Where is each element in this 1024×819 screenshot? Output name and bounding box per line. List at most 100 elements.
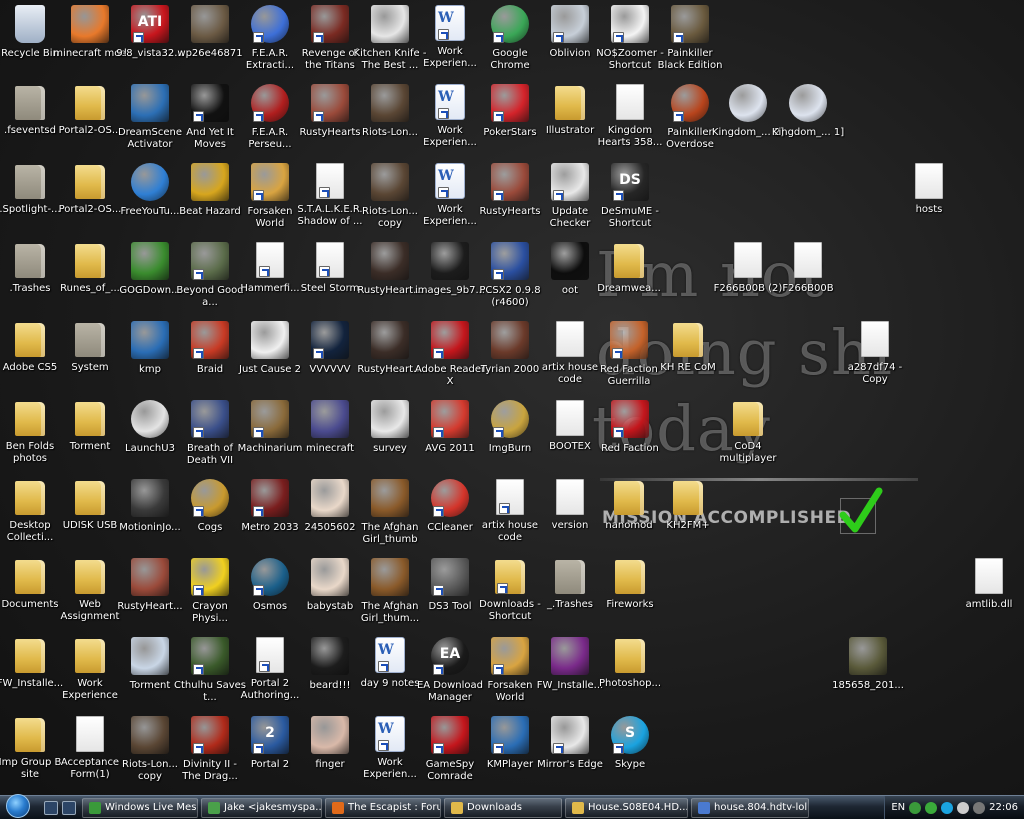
shortcut-arrow-icon xyxy=(493,269,504,280)
app-icon: 2 xyxy=(251,716,289,754)
shortcut-arrow-icon xyxy=(613,427,624,438)
desktop-icon-desmume-shortcut[interactable]: DS DeSmuME - Shortcut xyxy=(593,161,667,239)
taskbar-button-house-804-hdtv-lol[interactable]: house.804.hdtv-lol... xyxy=(691,797,809,818)
desktop-icon-hosts[interactable]: hosts xyxy=(892,161,966,239)
app-icon xyxy=(71,5,109,43)
desktop-icon-label: hosts xyxy=(915,204,943,215)
app-icon xyxy=(191,5,229,43)
show-desktop-icon[interactable] xyxy=(44,800,58,815)
document-icon xyxy=(861,321,889,357)
desktop-icon-label: Skype xyxy=(614,759,646,770)
taskbar-button-label: Windows Live Mes... xyxy=(105,802,198,813)
folder-icon xyxy=(733,402,763,436)
app-icon xyxy=(191,84,229,122)
desktop-icon-skype[interactable]: S Skype xyxy=(593,714,667,792)
app-icon xyxy=(610,321,648,359)
desktop-icon-label: amtlib.dll xyxy=(965,599,1013,610)
network-tray-icon[interactable] xyxy=(925,801,938,814)
desktop-icon-photoshop[interactable]: Photoshop... xyxy=(593,635,667,713)
folder-icon xyxy=(75,639,105,673)
folder-icon xyxy=(75,323,105,357)
desktop-icon-label: KH2FM+ xyxy=(666,520,710,531)
desktop-icon-label: CoD4 multiplayer xyxy=(719,441,777,464)
shortcut-arrow-icon xyxy=(433,506,444,517)
app-icon xyxy=(191,163,229,201)
app-icon xyxy=(551,242,589,280)
desktop-icon-f266b00b[interactable]: F266B00B xyxy=(771,240,845,318)
desktop-icon-kh-re-com[interactable]: KH RE CoM xyxy=(651,319,725,397)
taskbar-button-house-s08e04-hd[interactable]: House.S08E04.HD... xyxy=(565,797,688,818)
shortcut-arrow-icon xyxy=(612,348,623,359)
icon-glyph: 2 xyxy=(265,725,275,741)
app-icon xyxy=(191,637,229,675)
app-icon xyxy=(131,84,169,122)
desktop-icon-185658-201[interactable]: 185658_201... xyxy=(831,635,905,713)
icon-glyph: ATI xyxy=(137,14,163,30)
folder-icon xyxy=(15,639,45,673)
folder-icon xyxy=(15,244,45,278)
document-icon xyxy=(794,242,822,278)
desktop-icon-fireworks[interactable]: Fireworks xyxy=(593,556,667,634)
switch-windows-icon[interactable] xyxy=(62,800,76,815)
shortcut-arrow-icon xyxy=(193,743,204,754)
app-icon xyxy=(131,163,169,201)
desktop-icon-label: 185658_201... xyxy=(832,680,904,691)
taskbar-button-downloads[interactable]: Downloads xyxy=(444,797,562,818)
app-icon xyxy=(131,242,169,280)
taskbar-button-the-escapist-foru[interactable]: The Escapist : Foru... xyxy=(325,797,441,818)
folder-icon xyxy=(75,402,105,436)
taskbar-button-jake-jakesmyspa[interactable]: Jake <jakesmyspa... xyxy=(201,797,322,818)
app-icon xyxy=(311,5,349,43)
app-icon xyxy=(371,479,409,517)
clock[interactable]: 22:06 xyxy=(989,802,1018,813)
shortcut-arrow-icon xyxy=(553,743,564,754)
desktop[interactable]: I'm not doing shi today MISSION ACCOMPLI… xyxy=(0,0,1024,795)
app-icon xyxy=(131,637,169,675)
shortcut-arrow-icon xyxy=(313,348,324,359)
shortcut-arrow-icon xyxy=(499,503,510,514)
usb-tray-icon[interactable] xyxy=(973,801,986,814)
desktop-icon-kh2fm[interactable]: KH2FM+ xyxy=(651,477,725,555)
desktop-icon-label: DeSmuME - Shortcut xyxy=(600,206,659,229)
desktop-icon-a287df74-copy[interactable]: a287df74 - Copy xyxy=(838,319,912,397)
skype-tray-icon[interactable] xyxy=(941,801,954,814)
app-icon xyxy=(671,84,709,122)
shortcut-arrow-icon xyxy=(193,506,204,517)
messenger-tray-icon[interactable] xyxy=(909,801,922,814)
app-icon xyxy=(371,5,409,43)
document-icon xyxy=(556,479,584,515)
shortcut-arrow-icon xyxy=(319,187,330,198)
shortcut-arrow-icon xyxy=(438,108,449,119)
app-icon xyxy=(311,637,349,675)
app-icon xyxy=(431,479,469,517)
document-icon xyxy=(76,716,104,752)
desktop-icon-dreamwea[interactable]: Dreamwea... xyxy=(592,240,666,318)
desktop-icon-amtlib-dll[interactable]: amtlib.dll xyxy=(952,556,1024,634)
app-icon xyxy=(491,84,529,122)
desktop-icon-painkiller-black-edition[interactable]: Painkiller Black Edition xyxy=(653,3,727,81)
icon-glyph: EA xyxy=(439,646,461,662)
desktop-icon-kingdom-1[interactable]: Kingdom_... 1] xyxy=(771,82,845,160)
app-icon xyxy=(131,716,169,754)
language-indicator[interactable]: EN xyxy=(891,802,905,813)
shortcut-arrow-icon xyxy=(259,661,270,672)
taskbar-button-label: Jake <jakesmyspa... xyxy=(224,802,322,813)
volume-tray-icon[interactable] xyxy=(957,801,970,814)
desktop-icon-cod4-multiplayer[interactable]: CoD4 multiplayer xyxy=(711,398,785,476)
shortcut-arrow-icon xyxy=(553,32,564,43)
shortcut-arrow-icon xyxy=(673,32,684,43)
app-icon xyxy=(611,400,649,438)
folder-icon xyxy=(15,402,45,436)
app-icon xyxy=(491,716,529,754)
taskbar-button-windows-live-mes[interactable]: Windows Live Mes... xyxy=(82,797,198,818)
shortcut-arrow-icon xyxy=(433,427,444,438)
document-icon xyxy=(975,558,1003,594)
app-icon xyxy=(311,84,349,122)
desktop-icon-red-faction[interactable]: Red Faction xyxy=(593,398,667,476)
folder-icon xyxy=(555,86,585,120)
folder-icon xyxy=(555,560,585,594)
app-icon xyxy=(191,558,229,596)
shortcut-arrow-icon xyxy=(493,664,504,675)
start-button[interactable] xyxy=(0,793,36,819)
app-icon xyxy=(251,400,289,438)
